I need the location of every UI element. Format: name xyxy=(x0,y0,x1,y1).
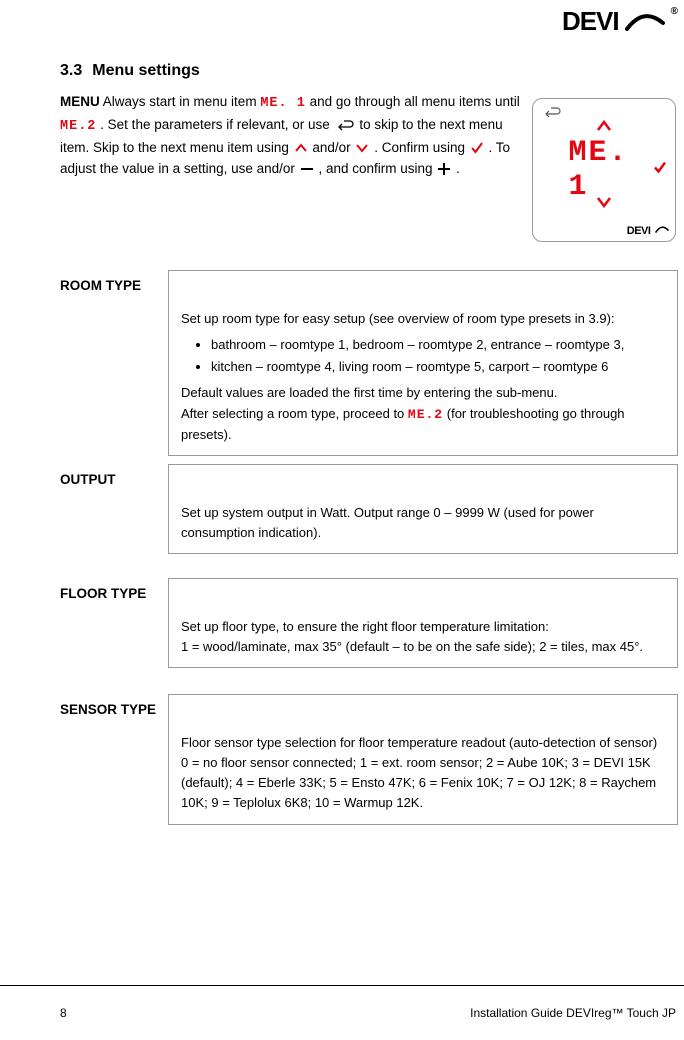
code-me1: ME. 1 xyxy=(260,96,306,111)
check-icon xyxy=(653,161,667,180)
list-item: kitchen – roomtype 4, living room – room… xyxy=(211,357,665,377)
intro-text: . Set the parameters if relevant, or use xyxy=(100,117,333,132)
brand-logo: DEVI ® xyxy=(562,6,678,37)
footer: 8 Installation Guide DEVIreg™ Touch JP xyxy=(60,1006,676,1020)
intro-paragraph: MENU Always start in menu item ME. 1 and… xyxy=(60,92,530,180)
me1-line3a: After selecting a room type, proceed to xyxy=(181,406,408,421)
footer-divider xyxy=(0,985,684,986)
back-arrow-icon xyxy=(336,115,354,136)
intro-text: and go through all menu items until xyxy=(310,94,520,109)
me3-box: Set up floor type, to ensure the right f… xyxy=(168,578,678,668)
section-number: 3.3 xyxy=(60,62,82,80)
intro-text: . Confirm using xyxy=(374,140,469,155)
brand-registered: ® xyxy=(671,6,678,17)
me1-line3: After selecting a room type, proceed to … xyxy=(181,404,665,445)
label-sensor-type: SENSOR TYPE xyxy=(60,702,156,717)
me3-line2: 1 = wood/laminate, max 35° (default – to… xyxy=(181,637,665,657)
page-number: 8 xyxy=(60,1006,67,1020)
me4-box: Floor sensor type selection for floor te… xyxy=(168,694,678,825)
me2-line: Set up system output in Watt. Output ran… xyxy=(181,503,665,543)
intro-text: and/or xyxy=(257,161,299,176)
intro-text: , and confirm using xyxy=(318,161,436,176)
me1-line2: Default values are loaded the first time… xyxy=(181,383,665,403)
me4-line1: Floor sensor type selection for floor te… xyxy=(181,733,665,753)
section-heading: 3.3 Menu settings xyxy=(60,62,200,80)
label-floor-type: FLOOR TYPE xyxy=(60,586,146,601)
me2-box: Set up system output in Watt. Output ran… xyxy=(168,464,678,554)
label-output: OUTPUT xyxy=(60,472,116,487)
intro-text: and/or xyxy=(312,140,354,155)
chevron-up-icon xyxy=(295,138,307,159)
me4-line2: 0 = no floor sensor connected; 1 = ext. … xyxy=(181,753,665,813)
minus-icon xyxy=(301,159,313,180)
chevron-up-icon xyxy=(596,119,612,137)
page: { "brand": { "name": "DEVI", "reg": "®" … xyxy=(0,0,684,1040)
room-type-list: bathroom – roomtype 1, bedroom – roomtyp… xyxy=(211,335,665,377)
display-brand: DEVI xyxy=(627,225,669,237)
label-room-type: ROOM TYPE xyxy=(60,278,141,293)
list-item: bathroom – roomtype 1, bedroom – roomtyp… xyxy=(211,335,665,355)
display-code: ME. 1 xyxy=(569,136,640,204)
back-arrow-icon xyxy=(543,105,561,123)
display-brand-text: DEVI xyxy=(627,225,651,237)
me3-line1: Set up floor type, to ensure the right f… xyxy=(181,617,665,637)
intro-prefix: MENU xyxy=(60,94,100,109)
brand-name: DEVI xyxy=(562,6,619,37)
me1-line1: Set up room type for easy setup (see ove… xyxy=(181,309,665,329)
intro-text: . xyxy=(456,161,460,176)
chevron-down-icon xyxy=(596,195,612,213)
footer-title: Installation Guide DEVIreg™ Touch JP xyxy=(470,1006,676,1020)
brand-swoosh-icon xyxy=(625,11,665,33)
thermostat-display: ME. 1 DEVI xyxy=(532,98,676,242)
chevron-down-icon xyxy=(356,138,368,159)
check-icon xyxy=(471,138,483,159)
code-me2-inline: ME.2 xyxy=(408,407,443,422)
code-me2: ME.2 xyxy=(60,119,96,134)
me1-box: Set up room type for easy setup (see ove… xyxy=(168,270,678,456)
brand-swoosh-icon xyxy=(655,225,669,237)
plus-icon xyxy=(438,159,450,180)
section-title: Menu settings xyxy=(92,62,200,80)
intro-text: Always start in menu item xyxy=(103,94,261,109)
